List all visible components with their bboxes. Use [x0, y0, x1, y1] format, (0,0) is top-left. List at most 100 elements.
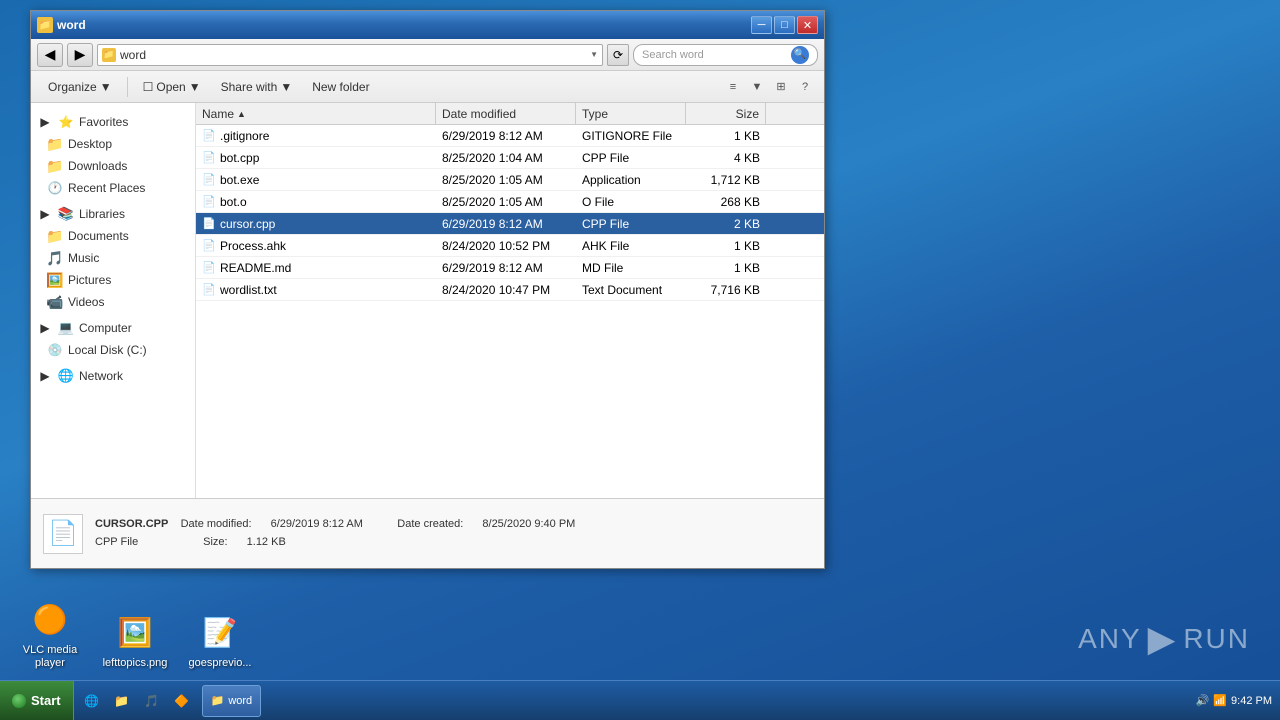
sidebar-item-pictures[interactable]: 🖼️ Pictures [31, 269, 195, 291]
sidebar-item-music[interactable]: 🎵 Music [31, 247, 195, 269]
organize-button[interactable]: Organize ▼ [39, 74, 121, 100]
network-icon: 🌐 [58, 368, 74, 384]
table-row[interactable]: 📄 README.md 6/29/2019 8:12 AM MD File 1 … [196, 257, 824, 279]
taskbar-app-icon[interactable]: 🔶 [168, 687, 196, 715]
goesprevio-icon: 📝 [200, 613, 240, 653]
start-button[interactable]: Start [0, 681, 74, 720]
file-list: Name ▲ Date modified Type Size � [196, 103, 824, 498]
taskbar-media-icon[interactable]: 🎵 [138, 687, 166, 715]
file-cell-type: Application [576, 169, 686, 190]
status-filetype: CPP File [95, 536, 138, 548]
pictures-icon: 🖼️ [47, 272, 63, 288]
file-list-header: Name ▲ Date modified Type Size [196, 103, 824, 125]
col-header-size[interactable]: Size [686, 103, 766, 124]
sidebar-item-local-disk[interactable]: 💿 Local Disk (C:) [31, 339, 195, 361]
taskbar-folder-icon[interactable]: 📁 [108, 687, 136, 715]
start-label: Start [31, 693, 61, 708]
window-title: word [57, 18, 747, 32]
view-list-button[interactable]: ≡ [722, 76, 744, 98]
sidebar-item-downloads[interactable]: 📁 Downloads [31, 155, 195, 177]
file-cell-size: 1 KB [686, 257, 766, 278]
address-bar[interactable]: 📁 word ▼ [97, 44, 603, 66]
sidebar-computer-header[interactable]: ▶ 💻 Computer [31, 317, 195, 339]
file-cell-name: 📄 bot.cpp [196, 147, 436, 168]
file-name: bot.exe [220, 173, 259, 187]
toolbar-separator-1 [127, 77, 128, 97]
status-filename-row: CURSOR.CPP Date modified: 6/29/2019 8:12… [95, 516, 591, 534]
videos-icon: 📹 [47, 294, 63, 310]
address-folder-icon: 📁 [102, 48, 116, 62]
table-row[interactable]: 📄 bot.exe 8/25/2020 1:05 AM Application … [196, 169, 824, 191]
sidebar-music-label: Music [68, 251, 99, 265]
view-preview-button[interactable]: ⊞ [770, 76, 792, 98]
status-size-label: Size: [203, 536, 227, 548]
file-name: bot.cpp [220, 151, 259, 165]
share-dropdown-icon: ▼ [280, 80, 292, 94]
table-row[interactable]: 📄 bot.o 8/25/2020 1:05 AM O File 268 KB [196, 191, 824, 213]
start-orb [12, 694, 26, 708]
col-header-name[interactable]: Name ▲ [196, 103, 436, 124]
search-button[interactable]: 🔍 [791, 46, 809, 64]
table-row[interactable]: 📄 cursor.cpp 6/29/2019 8:12 AM CPP File … [196, 213, 824, 235]
file-name: bot.o [220, 195, 247, 209]
search-box[interactable]: Search word 🔍 [633, 44, 818, 66]
taskbar-explorer-item[interactable]: 📁 word [202, 685, 262, 717]
maximize-button[interactable]: □ [774, 16, 795, 34]
status-date-created-label: Date created: [397, 518, 463, 530]
back-button[interactable]: ◀ [37, 43, 63, 67]
new-folder-button[interactable]: New folder [303, 74, 378, 100]
file-cell-type: Text Document [576, 279, 686, 300]
desktop-icon-lefttopics[interactable]: 🖼️ lefttopics.png [100, 613, 170, 670]
file-cell-type: CPP File [576, 213, 686, 234]
lefttopics-label: lefttopics.png [103, 657, 168, 670]
status-date-created-value: 8/25/2020 9:40 PM [482, 518, 575, 530]
col-header-type[interactable]: Type [576, 103, 686, 124]
window-icon: 📁 [37, 17, 53, 33]
recent-icon: 🕐 [47, 180, 63, 196]
tray-sound-icon[interactable]: 🔊 [1196, 694, 1210, 707]
desktop-icon-vlc[interactable]: 🟠 VLC mediaplayer [15, 600, 85, 670]
sidebar-network-header[interactable]: ▶ 🌐 Network [31, 365, 195, 387]
taskbar-quick-launch: 🌐 📁 🎵 🔶 [74, 687, 200, 715]
system-tray: 🔊 📶 9:42 PM [1188, 694, 1280, 707]
file-name: wordlist.txt [220, 283, 277, 297]
sidebar-favorites-header[interactable]: ▶ ⭐ Favorites [31, 111, 195, 133]
help-button[interactable]: ? [794, 76, 816, 98]
address-dropdown-icon[interactable]: ▼ [590, 50, 598, 59]
tray-network-icon[interactable]: 📶 [1213, 694, 1227, 707]
sidebar-item-documents[interactable]: 📁 Documents [31, 225, 195, 247]
minimize-button[interactable]: ─ [751, 16, 772, 34]
sidebar-item-desktop[interactable]: 📁 Desktop [31, 133, 195, 155]
file-cell-date: 8/24/2020 10:52 PM [436, 235, 576, 256]
refresh-button[interactable]: ⟳ [607, 44, 629, 66]
sidebar-libraries-header[interactable]: ▶ 📚 Libraries [31, 203, 195, 225]
new-folder-label: New folder [312, 80, 369, 94]
table-row[interactable]: 📄 wordlist.txt 8/24/2020 10:47 PM Text D… [196, 279, 824, 301]
col-header-date[interactable]: Date modified [436, 103, 576, 124]
file-cell-name: 📄 bot.o [196, 191, 436, 212]
file-icon: 📄 [202, 261, 216, 275]
file-rows-container: 📄 .gitignore 6/29/2019 8:12 AM GITIGNORE… [196, 125, 824, 301]
file-icon: 📄 [202, 195, 216, 209]
file-cell-size: 268 KB [686, 191, 766, 212]
taskbar-ie-icon[interactable]: 🌐 [78, 687, 106, 715]
table-row[interactable]: 📄 bot.cpp 8/25/2020 1:04 AM CPP File 4 K… [196, 147, 824, 169]
goesprevio-label: goesprevio... [189, 657, 252, 670]
file-name: Process.ahk [220, 239, 286, 253]
forward-button[interactable]: ▶ [67, 43, 93, 67]
sidebar-item-recent[interactable]: 🕐 Recent Places [31, 177, 195, 199]
address-text: word [120, 48, 586, 62]
desktop-icon-goesprevio[interactable]: 📝 goesprevio... [185, 613, 255, 670]
table-row[interactable]: 📄 .gitignore 6/29/2019 8:12 AM GITIGNORE… [196, 125, 824, 147]
sidebar-item-videos[interactable]: 📹 Videos [31, 291, 195, 313]
file-cell-size: 4 KB [686, 147, 766, 168]
open-button[interactable]: ☐ Open ▼ [134, 74, 210, 100]
sidebar: ▶ ⭐ Favorites 📁 Desktop 📁 Downloads 🕐 [31, 103, 196, 498]
toolbar: Organize ▼ ☐ Open ▼ Share with ▼ New fol… [31, 71, 824, 103]
close-button[interactable]: ✕ [797, 16, 818, 34]
documents-icon: 📁 [47, 228, 63, 244]
table-row[interactable]: 📄 Process.ahk 8/24/2020 10:52 PM AHK Fil… [196, 235, 824, 257]
disk-icon: 💿 [47, 342, 63, 358]
view-dropdown-button[interactable]: ▼ [746, 76, 768, 98]
share-button[interactable]: Share with ▼ [212, 74, 302, 100]
